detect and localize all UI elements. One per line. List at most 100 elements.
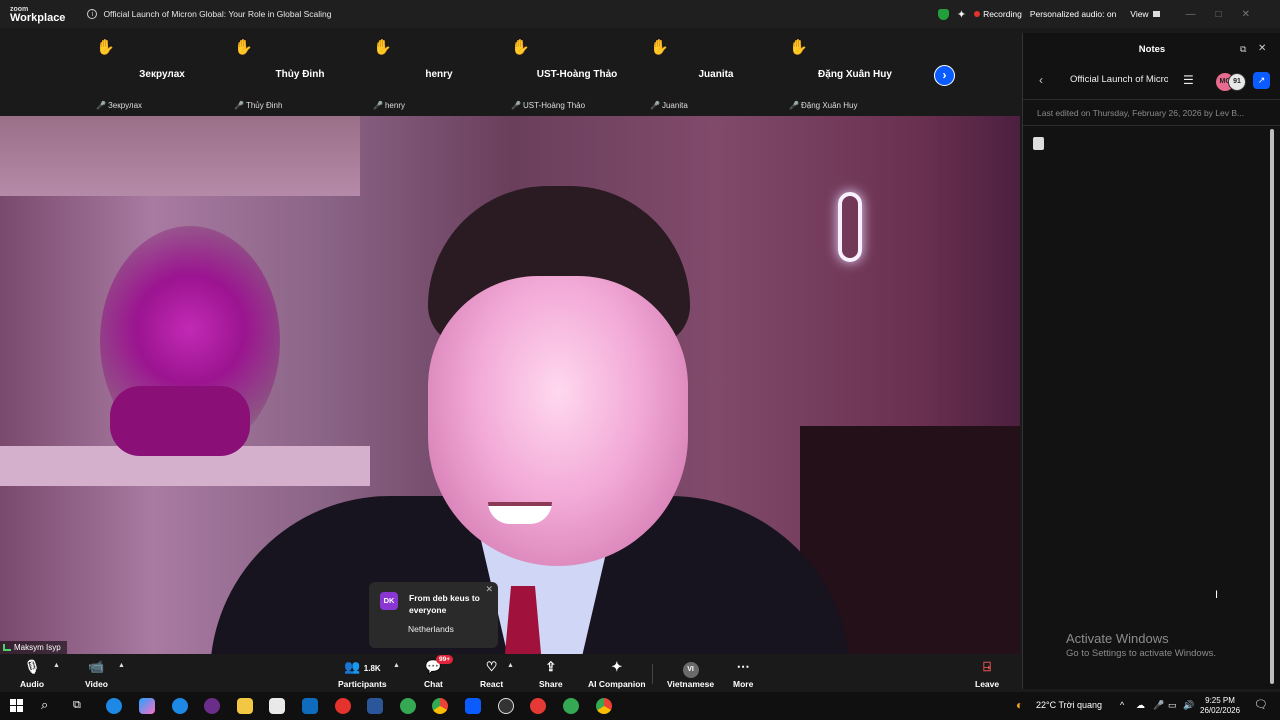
- copilot-icon[interactable]: [139, 698, 155, 714]
- search-icon[interactable]: ⌕: [41, 697, 48, 713]
- encryption-shield-icon[interactable]: [937, 8, 949, 20]
- zoom-icon[interactable]: [465, 698, 481, 714]
- speaker-name-label: Maksym Isyp: [0, 641, 67, 654]
- outlook-icon[interactable]: [302, 698, 318, 714]
- chat-sender: From deb keus to everyone: [409, 593, 480, 615]
- participant-name: Juanita: [698, 69, 734, 80]
- chat-notification[interactable]: DK From deb keus to everyone Netherlands…: [369, 582, 498, 648]
- language-button[interactable]: VI Vietnamese: [667, 658, 714, 689]
- ai-companion-button[interactable]: ✦ AI Companion: [588, 658, 646, 689]
- network-icon[interactable]: ▭: [1168, 700, 1177, 711]
- participant-name: Зекрулах: [139, 69, 185, 80]
- close-icon[interactable]: ✕: [1258, 43, 1266, 54]
- audio-button[interactable]: 🎙 Audio: [20, 658, 44, 689]
- participants-icon: 👥 1.8K: [343, 659, 381, 674]
- task-view-icon[interactable]: ⧉: [73, 699, 81, 712]
- window-controls[interactable]: —□✕: [1186, 9, 1270, 20]
- view-button[interactable]: View: [1130, 9, 1160, 19]
- raised-hand-icon: ✋: [511, 39, 530, 56]
- active-speaker-video: [0, 116, 1020, 654]
- weather-icon[interactable]: ◐: [1016, 698, 1023, 712]
- weather-text[interactable]: 22°C Trời quang: [1036, 700, 1102, 710]
- windows-start-icon[interactable]: [10, 699, 23, 712]
- react-button[interactable]: ♡ React: [480, 658, 503, 689]
- leave-button[interactable]: ⍈ Leave: [975, 658, 999, 689]
- participant-label: 🎤 Đặng Xuân Huy: [789, 101, 858, 110]
- chrome-icon[interactable]: [596, 698, 612, 714]
- raised-hand-icon: ✋: [373, 39, 392, 56]
- popout-icon[interactable]: ⧉: [1240, 44, 1246, 55]
- meeting-info-icon[interactable]: i: [87, 9, 98, 19]
- video-button[interactable]: 📹 Video: [85, 658, 108, 689]
- store-icon[interactable]: [269, 698, 285, 714]
- participant-label: 🎤 henry: [373, 101, 405, 110]
- flower-pot: [110, 386, 250, 456]
- notes-panel: Notes ⧉ ✕ ‹ Official Launch of Micron Gl…: [1022, 33, 1280, 689]
- chrome-icon[interactable]: [432, 698, 448, 714]
- audio-options-chevron[interactable]: ▲: [53, 662, 60, 669]
- participant-name: Đặng Xuân Huy: [818, 69, 892, 80]
- share-icon[interactable]: ↗: [1253, 72, 1270, 89]
- view-grid-icon: [1152, 11, 1160, 17]
- participant-tile[interactable]: ✋ Зекрулах 🎤 Зекрулах: [93, 28, 231, 116]
- back-chevron-icon[interactable]: ‹: [1039, 73, 1043, 87]
- participant-tile[interactable]: ✋ Thủy Đinh 🎤 Thủy Đinh: [231, 28, 369, 116]
- tray-chevron-icon[interactable]: ^: [1120, 700, 1124, 710]
- participant-tile[interactable]: ✋ Đặng Xuân Huy 🎤 Đặng Xuân Huy: [786, 28, 924, 116]
- muted-mic-icon: 🎤: [373, 101, 383, 110]
- next-participants-button[interactable]: ›: [934, 65, 955, 86]
- app-icon[interactable]: [204, 698, 220, 714]
- notifications-icon[interactable]: 🗨: [1254, 698, 1268, 711]
- word-icon[interactable]: [367, 698, 383, 714]
- participant-label: 🎤 Зекрулах: [96, 101, 143, 110]
- raised-hand-icon: ✋: [234, 39, 253, 56]
- participants-options-chevron[interactable]: ▲: [393, 662, 400, 669]
- divider: [1023, 99, 1280, 100]
- more-button[interactable]: ⋯ More: [733, 658, 753, 689]
- divider: [1023, 125, 1280, 126]
- heart-icon: ♡: [485, 659, 498, 674]
- participants-button[interactable]: 👥 1.8K Participants: [338, 658, 387, 689]
- react-options-chevron[interactable]: ▲: [507, 662, 514, 669]
- chrome-profile-icon[interactable]: [563, 698, 579, 714]
- menu-icon[interactable]: ☰: [1183, 73, 1194, 87]
- volume-icon[interactable]: 🔊: [1183, 700, 1194, 711]
- meeting-toolbar: 🎙 Audio ▲ 📹 Video ▲ 👥 1.8K Participants ▲ 💬…: [0, 654, 1020, 692]
- clock[interactable]: 9:25 PM 26/02/2026: [1200, 696, 1240, 716]
- participant-name: henry: [425, 69, 453, 80]
- personalized-audio-status[interactable]: Personalized audio: on: [1030, 9, 1116, 19]
- meeting-title: Official Launch of Micron Global: Your R…: [103, 9, 332, 19]
- activate-windows-title: Activate Windows: [1066, 631, 1169, 646]
- app-icon[interactable]: [530, 698, 546, 714]
- muted-mic-icon: 🎤: [789, 101, 799, 110]
- edge-icon[interactable]: [106, 698, 122, 714]
- video-options-chevron[interactable]: ▲: [118, 662, 125, 669]
- microphone-icon[interactable]: 🎤: [1153, 700, 1164, 711]
- text-cursor-icon: I: [1215, 589, 1219, 601]
- note-editor-icon[interactable]: [1033, 137, 1044, 150]
- activate-windows-subtitle: Go to Settings to activate Windows.: [1066, 648, 1216, 659]
- participant-tile[interactable]: ✋ UST-Hoàng Thảo 🎤 UST-Hoàng Thảo: [508, 28, 646, 116]
- share-button[interactable]: ⇪ Share: [539, 658, 563, 689]
- toolbar-divider: [652, 664, 653, 684]
- close-icon[interactable]: ✕: [485, 584, 493, 595]
- notes-scrollbar[interactable]: [1270, 129, 1274, 684]
- recording-indicator[interactable]: Recording: [974, 9, 1022, 19]
- participant-name: Thủy Đinh: [275, 69, 325, 80]
- signal-icon: [3, 644, 11, 651]
- chat-unread-badge: 99+: [436, 655, 454, 664]
- chrome-profile-icon[interactable]: [400, 698, 416, 714]
- file-explorer-icon[interactable]: [237, 698, 253, 714]
- participant-tile[interactable]: ✋ Juanita 🎤 Juanita: [647, 28, 785, 116]
- ring-lamp: [838, 192, 862, 262]
- note-document-title[interactable]: Official Launch of Micron Global: Your R…: [1070, 74, 1168, 85]
- muted-mic-icon: 🎤: [650, 101, 660, 110]
- participant-tile[interactable]: ✋ henry 🎤 henry: [370, 28, 508, 116]
- app-icon[interactable]: [498, 698, 514, 714]
- collaborator-count[interactable]: 91: [1228, 73, 1246, 91]
- cloud-icon[interactable]: ☁: [1136, 700, 1145, 711]
- ai-sparkle-icon[interactable]: ✦: [957, 8, 966, 21]
- title-bar: zoom Workplace i Official Launch of Micr…: [0, 0, 1280, 28]
- app-icon[interactable]: [335, 698, 351, 714]
- browser-icon[interactable]: [172, 698, 188, 714]
